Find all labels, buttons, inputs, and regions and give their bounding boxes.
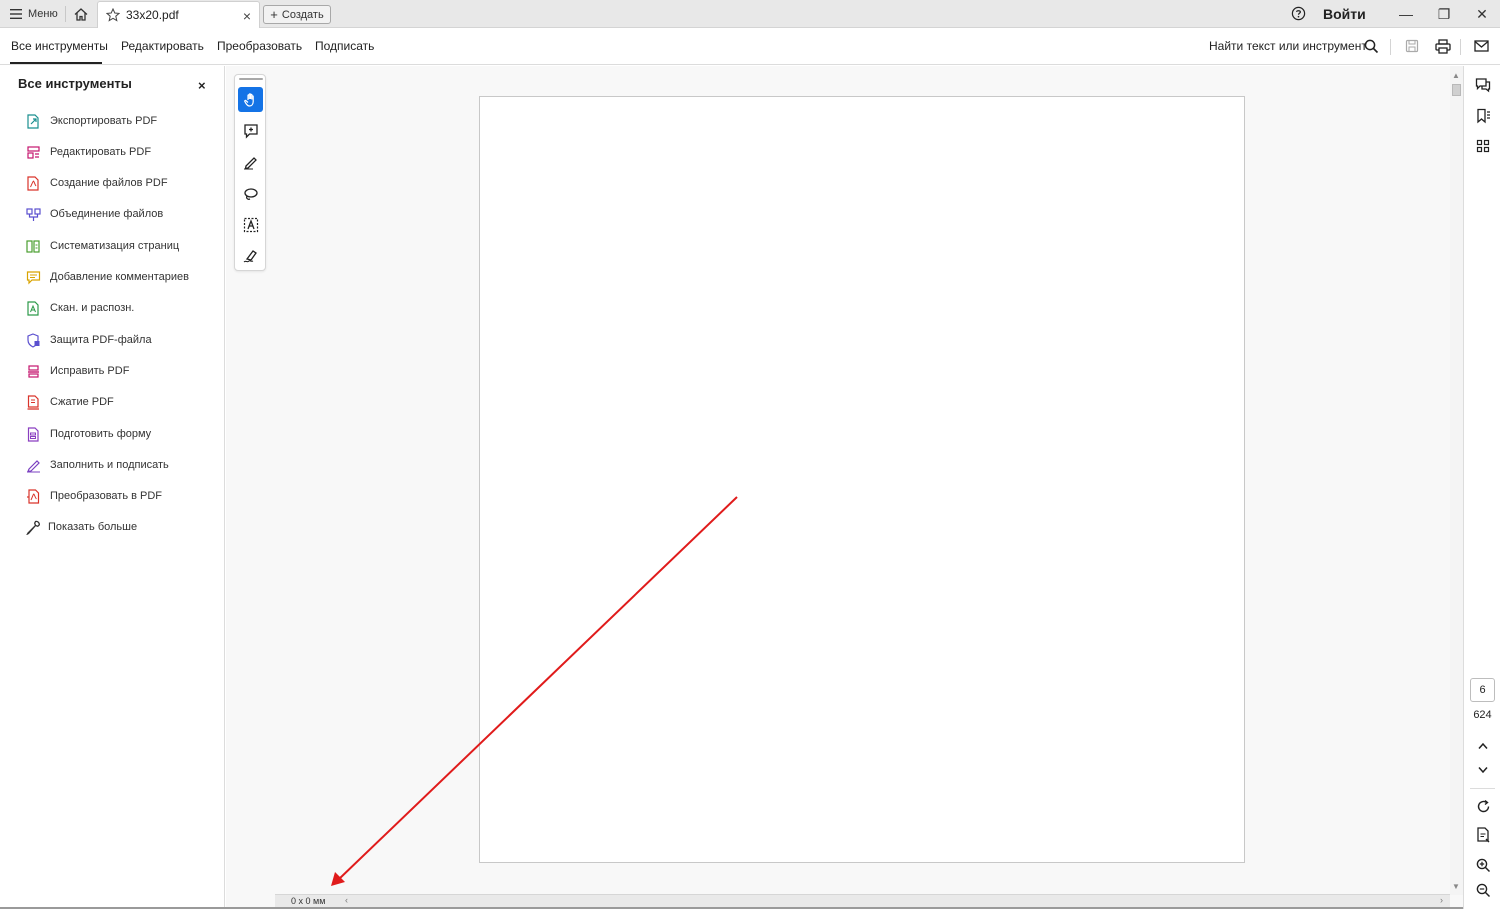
all-tools-panel: Все инструменты × Экспортировать PDF Ред… xyxy=(0,66,225,909)
menu-label: Меню xyxy=(28,8,58,20)
text-select-tool-button[interactable] xyxy=(238,212,263,237)
tool-fill-sign[interactable]: Заполнить и подписать xyxy=(24,455,169,475)
toolbar-grip[interactable] xyxy=(239,78,263,80)
lasso-tool-button[interactable] xyxy=(238,181,263,206)
search-icon[interactable] xyxy=(1362,37,1380,55)
email-icon[interactable] xyxy=(1472,37,1490,55)
next-page-icon[interactable] xyxy=(1473,760,1493,780)
tab-edit[interactable]: Редактировать xyxy=(121,39,204,53)
pen-icon xyxy=(243,156,257,169)
divider xyxy=(1390,39,1391,55)
compress-pdf-icon xyxy=(24,393,42,411)
home-button[interactable] xyxy=(70,4,92,24)
tool-create-pdf[interactable]: Создание файлов PDF xyxy=(24,173,168,193)
scroll-right-icon[interactable]: › xyxy=(1440,895,1443,905)
scroll-thumb[interactable] xyxy=(1452,84,1461,96)
create-pdf-icon xyxy=(24,174,42,192)
fill-sign-icon xyxy=(24,456,42,474)
redact-pdf-icon xyxy=(24,362,42,380)
home-icon xyxy=(74,7,88,21)
zoom-out-icon[interactable] xyxy=(1473,880,1493,900)
show-more-link[interactable]: Показать больше xyxy=(24,517,137,537)
prepare-form-icon xyxy=(24,425,42,443)
divider xyxy=(1470,788,1495,789)
minimize-button[interactable]: — xyxy=(1392,3,1420,25)
divider xyxy=(65,6,66,22)
tool-scan-ocr[interactable]: Скан. и распозн. xyxy=(24,298,134,318)
pdf-page[interactable] xyxy=(479,96,1245,863)
comment-add-icon xyxy=(243,123,258,139)
star-icon[interactable] xyxy=(106,8,120,22)
rotate-icon[interactable] xyxy=(1473,796,1493,816)
tab-title: 33x20.pdf xyxy=(126,8,179,22)
scroll-up-icon[interactable]: ▲ xyxy=(1452,71,1460,80)
add-comment-icon xyxy=(24,268,42,286)
export-pdf-icon xyxy=(24,112,42,130)
page-dimensions: 0 x 0 мм xyxy=(291,896,326,906)
tool-edit-pdf[interactable]: Редактировать PDF xyxy=(24,142,151,162)
total-pages: 624 xyxy=(1473,709,1492,721)
scroll-down-icon[interactable]: ▼ xyxy=(1452,882,1460,891)
save-icon[interactable] xyxy=(1403,37,1421,55)
lasso-icon xyxy=(243,187,258,200)
help-icon[interactable] xyxy=(1291,6,1306,21)
current-page-input[interactable]: 6 xyxy=(1470,678,1495,702)
tool-add-comments[interactable]: Добавление комментариев xyxy=(24,267,189,287)
create-button[interactable]: + Создать xyxy=(263,5,331,24)
panel-close-icon[interactable]: × xyxy=(198,78,206,93)
tool-prepare-form[interactable]: Подготовить форму xyxy=(24,424,151,444)
bookmarks-icon[interactable] xyxy=(1473,106,1493,126)
tool-protect-pdf[interactable]: Защита PDF-файла xyxy=(24,330,152,350)
right-rail: 6 624 xyxy=(1463,66,1500,909)
divider xyxy=(1460,39,1461,55)
page-thumbnails-icon[interactable] xyxy=(1473,136,1493,156)
close-window-button[interactable]: ✕ xyxy=(1468,3,1496,25)
restore-button[interactable]: ❐ xyxy=(1430,3,1458,25)
tool-convert-to-pdf[interactable]: Преобразовать в PDF xyxy=(24,486,162,506)
panel-title: Все инструменты xyxy=(18,76,132,91)
tab-close-icon[interactable]: × xyxy=(243,8,251,24)
add-comment-tool-button[interactable] xyxy=(238,118,263,143)
organize-pages-icon xyxy=(24,237,42,255)
comments-panel-icon[interactable] xyxy=(1473,75,1493,95)
tool-export-pdf[interactable]: Экспортировать PDF xyxy=(24,111,157,131)
zoom-in-icon[interactable] xyxy=(1473,855,1493,875)
search-tools-label[interactable]: Найти текст или инструмент xyxy=(1209,39,1367,53)
combine-files-icon xyxy=(24,205,42,223)
hamburger-icon xyxy=(10,9,22,19)
tools-tab-bar: Все инструменты Редактировать Преобразов… xyxy=(0,28,1500,65)
quick-tools-toolbar xyxy=(234,74,266,271)
hand-icon xyxy=(243,92,254,107)
tab-convert[interactable]: Преобразовать xyxy=(217,39,302,53)
sign-tool-button[interactable] xyxy=(238,243,263,268)
menu-button[interactable]: Меню xyxy=(6,4,62,24)
hand-tool-button[interactable] xyxy=(238,87,263,112)
title-bar: Меню 33x20.pdf × + Создать Войти — ❐ ✕ xyxy=(0,0,1500,28)
login-link[interactable]: Войти xyxy=(1323,6,1366,22)
text-select-icon xyxy=(243,217,258,232)
page-extract-icon[interactable] xyxy=(1473,825,1493,845)
previous-page-icon[interactable] xyxy=(1473,736,1493,756)
create-label: Создать xyxy=(281,8,324,21)
vertical-scrollbar[interactable]: ▲ ▼ xyxy=(1450,66,1463,895)
convert-to-pdf-icon xyxy=(24,487,42,505)
wrench-icon xyxy=(24,518,42,536)
draw-tool-button[interactable] xyxy=(238,149,263,174)
document-tab[interactable]: 33x20.pdf × xyxy=(97,1,260,28)
tab-all-tools[interactable]: Все инструменты xyxy=(11,39,108,53)
scroll-left-icon[interactable]: ‹ xyxy=(345,895,348,905)
print-icon[interactable] xyxy=(1434,37,1452,55)
tool-organize-pages[interactable]: Систематизация страниц xyxy=(24,236,179,256)
plus-icon: + xyxy=(270,7,278,22)
scan-ocr-icon xyxy=(24,299,42,317)
signature-pen-icon xyxy=(243,249,257,262)
edit-pdf-icon xyxy=(24,143,42,161)
tool-combine-files[interactable]: Объединение файлов xyxy=(24,204,163,224)
tool-redact-pdf[interactable]: Исправить PDF xyxy=(24,361,129,381)
tab-sign[interactable]: Подписать xyxy=(315,39,374,53)
active-tab-indicator xyxy=(10,62,102,64)
protect-pdf-icon xyxy=(24,331,42,349)
tool-compress-pdf[interactable]: Сжатие PDF xyxy=(24,392,114,412)
